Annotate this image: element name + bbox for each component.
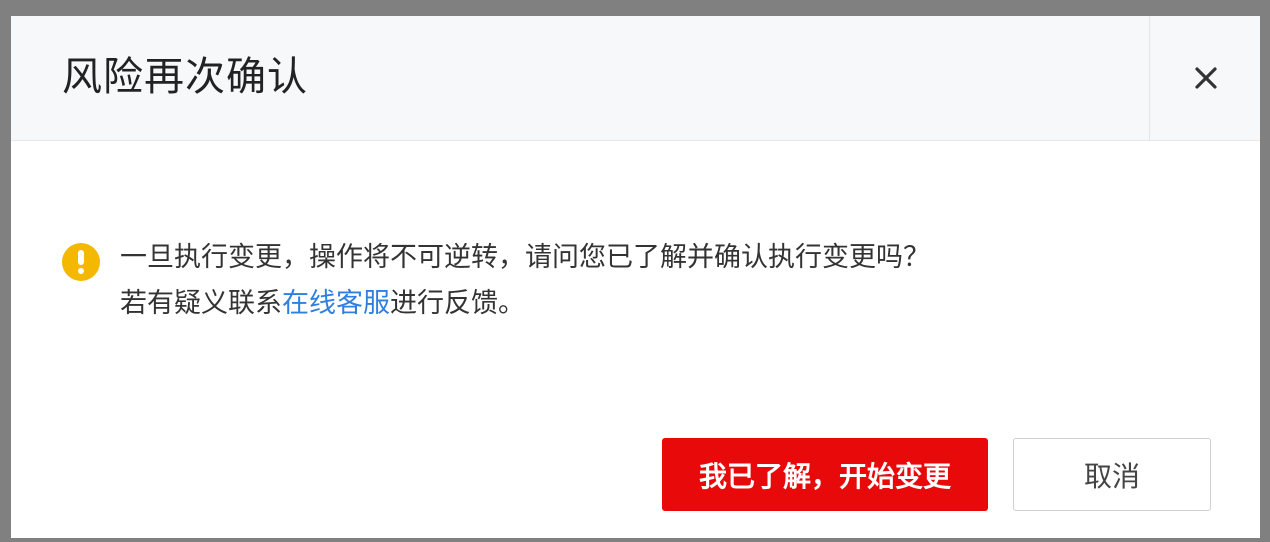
message-line-2: 若有疑义联系在线客服进行反馈。: [120, 281, 930, 327]
message-suffix: 进行反馈。: [390, 288, 525, 319]
online-service-link[interactable]: 在线客服: [282, 288, 390, 319]
close-button[interactable]: [1149, 16, 1260, 140]
cancel-button[interactable]: 取消: [1013, 438, 1211, 511]
dialog-message: 一旦执行变更，操作将不可逆转，请问您已了解并确认执行变更吗？ 若有疑义联系在线客…: [120, 235, 930, 327]
dialog-title: 风险再次确认: [62, 54, 308, 100]
dialog-header: 风险再次确认: [11, 16, 1260, 141]
exclamation-circle-icon: [62, 243, 100, 281]
confirm-change-button[interactable]: 我已了解，开始变更: [662, 438, 988, 511]
close-icon: [1195, 67, 1217, 89]
risk-confirm-dialog: 风险再次确认 一旦执行变更，操作将不可逆转，请问您已了解并确认执行变更吗？ 若有…: [11, 16, 1260, 538]
dialog-body: 一旦执行变更，操作将不可逆转，请问您已了解并确认执行变更吗？ 若有疑义联系在线客…: [11, 141, 1260, 401]
message-prefix: 若有疑义联系: [120, 288, 282, 319]
message-line-1: 一旦执行变更，操作将不可逆转，请问您已了解并确认执行变更吗？: [120, 242, 930, 273]
